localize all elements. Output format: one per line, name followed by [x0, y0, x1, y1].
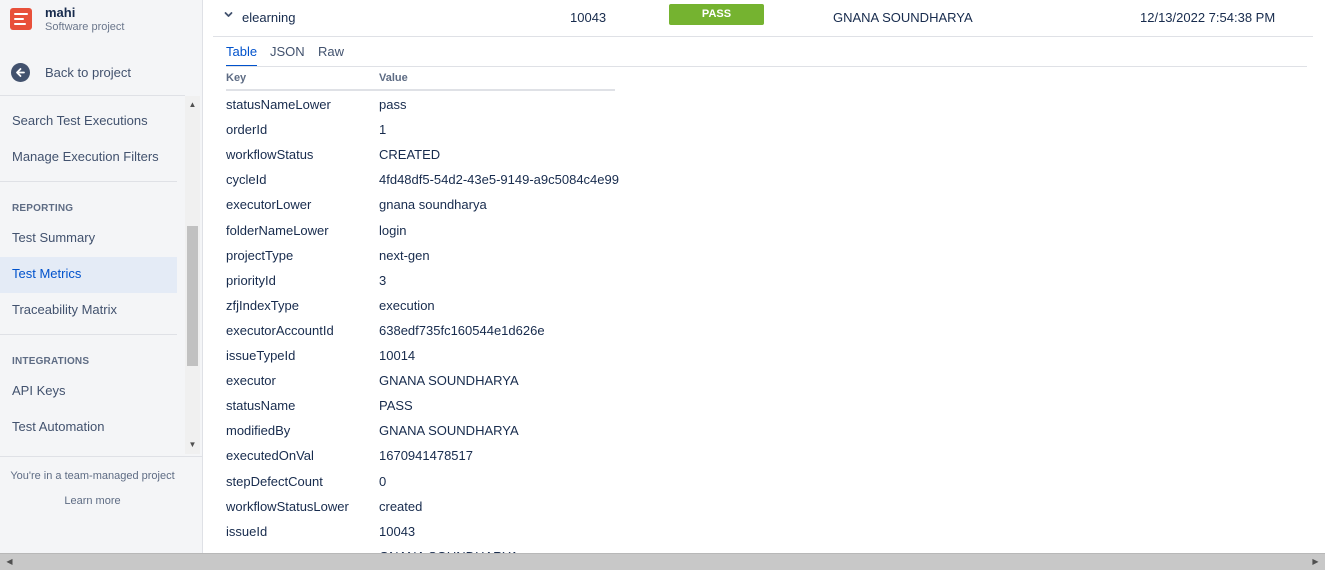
- divider: [0, 181, 177, 182]
- back-to-project-link[interactable]: Back to project: [0, 56, 203, 90]
- sidebar-item-test-metrics[interactable]: Test Metrics: [0, 257, 177, 293]
- row-value: pass: [379, 97, 407, 112]
- table-row: orderId 1: [226, 122, 626, 147]
- row-key: executor: [226, 373, 276, 389]
- scroll-up-arrow-icon[interactable]: ▲: [185, 98, 200, 112]
- table-row: folderNameLower login: [226, 223, 626, 248]
- row-key: executorLower: [226, 197, 312, 213]
- table-row: executor GNANA SOUNDHARYA: [226, 373, 626, 398]
- row-value: gnana soundharya: [379, 197, 487, 213]
- table-row: executorLower gnana soundharya: [226, 197, 626, 222]
- row-key: issueTypeId: [226, 348, 296, 363]
- row-value: 638edf735fc160544e1d626e: [379, 322, 545, 338]
- execution-user: GNANA SOUNDHARYA: [833, 10, 973, 25]
- chevron-down-icon[interactable]: [224, 10, 233, 22]
- table-row: cycleId 4fd48df5-54d2-43e5-9149-a9c5084c4…: [226, 172, 626, 197]
- reporting-heading: REPORTING: [12, 203, 74, 214]
- row-key: issueId: [226, 523, 268, 539]
- sidebar-item-search-test-executions[interactable]: Search Test Executions: [0, 104, 177, 140]
- table-row: issueTypeId 10014: [226, 348, 626, 373]
- row-key: statusNameLower: [226, 97, 331, 112]
- row-value: GNANA SOUNDHARYA: [379, 373, 519, 389]
- row-value: 0: [379, 473, 387, 489]
- sidebar: mahi Software project Back to project Se…: [0, 0, 203, 553]
- row-key: stepDefectCount: [226, 473, 323, 489]
- tab-json[interactable]: JSON: [270, 44, 305, 67]
- row-key: priorityId: [226, 272, 276, 288]
- project-header: mahi Software project: [0, 0, 203, 55]
- row-value: 1670941478517: [379, 448, 473, 464]
- row-key: modifiedBy: [226, 423, 291, 439]
- row-value: GNANA SOUNDHARYA: [379, 423, 519, 439]
- row-value: 4fd48df5-54d2-43e5-9149-a9c5084c4e99: [379, 172, 619, 188]
- row-key: workflowStatus: [226, 147, 314, 163]
- row-value: login: [379, 222, 407, 238]
- scroll-down-arrow-icon[interactable]: ▼: [185, 438, 200, 452]
- table-row: stepDefectCount 0: [226, 474, 626, 499]
- arrow-left-icon: [11, 63, 30, 82]
- table-row: statusName PASS: [226, 398, 626, 423]
- scroll-right-arrow-icon[interactable]: ▶: [1307, 556, 1324, 568]
- row-value: CREATED: [379, 147, 441, 163]
- row-key: executorAccountId: [226, 322, 334, 338]
- row-value: execution: [379, 297, 435, 313]
- table-row: workflowStatusLower created: [226, 499, 626, 524]
- sidebar-nav: Search Test Executions Manage Execution …: [0, 96, 203, 454]
- project-logo-icon: [10, 8, 32, 30]
- tabs-divider: [226, 66, 1307, 67]
- team-managed-note: You're in a team-managed project: [10, 470, 175, 482]
- divider: [0, 456, 203, 457]
- row-key: zfjIndexType: [226, 297, 299, 313]
- table-row: issueId 10043: [226, 524, 626, 549]
- sidebar-item-test-automation[interactable]: Test Automation: [0, 410, 177, 446]
- table-row: statusNameLower pass: [226, 97, 626, 122]
- sidebar-item-manage-execution-filters[interactable]: Manage Execution Filters: [0, 140, 177, 176]
- learn-more-link[interactable]: Learn more: [0, 495, 185, 507]
- table-row: projectType next-gen: [226, 248, 626, 273]
- sidebar-scrollbar[interactable]: ▲ ▼: [185, 96, 200, 454]
- divider: [0, 334, 177, 335]
- value-column-header: Value: [379, 72, 408, 84]
- table-row: executorAccountId 638edf735fc160544e1d626…: [226, 323, 626, 348]
- table-row: workflowStatus CREATED: [226, 147, 626, 172]
- execution-name: elearning: [242, 10, 296, 25]
- table-row: modifiedBy GNANA SOUNDHARYA: [226, 423, 626, 448]
- table-row: zfjIndexType execution: [226, 298, 626, 323]
- row-key: folderNameLower: [226, 222, 329, 238]
- row-value: created: [379, 498, 423, 514]
- tab-raw[interactable]: Raw: [318, 44, 344, 67]
- row-key: cycleId: [226, 172, 267, 188]
- sidebar-item-test-summary[interactable]: Test Summary: [0, 221, 177, 257]
- row-value: 10014: [379, 348, 416, 363]
- execution-date: 12/13/2022 7:54:38 PM: [1140, 10, 1276, 25]
- sidebar-item-api-keys[interactable]: API Keys: [0, 374, 177, 410]
- project-type: Software project: [45, 21, 125, 33]
- execution-id: 10043: [570, 10, 607, 25]
- execution-row[interactable]: elearning 10043 PASS GNANA SOUNDHARYA 12…: [213, 0, 1313, 37]
- integrations-heading: INTEGRATIONS: [12, 356, 90, 367]
- table-row: executedOnVal 1670941478517: [226, 448, 626, 473]
- tab-table[interactable]: Table: [226, 44, 258, 67]
- project-name: mahi: [45, 5, 76, 20]
- horizontal-scrollbar[interactable]: ◀ ▶: [0, 553, 1325, 570]
- sidebar-scrollbar-thumb[interactable]: [187, 226, 198, 366]
- row-key: executedOnVal: [226, 448, 314, 464]
- sidebar-item-traceability-matrix[interactable]: Traceability Matrix: [0, 293, 177, 329]
- row-value: 1: [379, 122, 387, 138]
- row-value: 3: [379, 272, 387, 288]
- main-content: elearning 10043 PASS GNANA SOUNDHARYA 12…: [213, 0, 1325, 553]
- row-key: orderId: [226, 122, 268, 138]
- table-row: priorityId 3: [226, 273, 626, 298]
- row-key: statusName: [226, 398, 296, 414]
- row-value: next-gen: [379, 247, 430, 263]
- status-badge: PASS: [669, 4, 764, 25]
- back-to-project-label: Back to project: [45, 65, 131, 80]
- table-header-divider: [226, 89, 615, 91]
- row-value: 10043: [379, 523, 416, 539]
- key-column-header: Key: [226, 72, 247, 84]
- row-value: PASS: [379, 398, 413, 414]
- row-key: workflowStatusLower: [226, 498, 349, 514]
- row-key: projectType: [226, 247, 294, 263]
- scroll-left-arrow-icon[interactable]: ◀: [1, 556, 18, 568]
